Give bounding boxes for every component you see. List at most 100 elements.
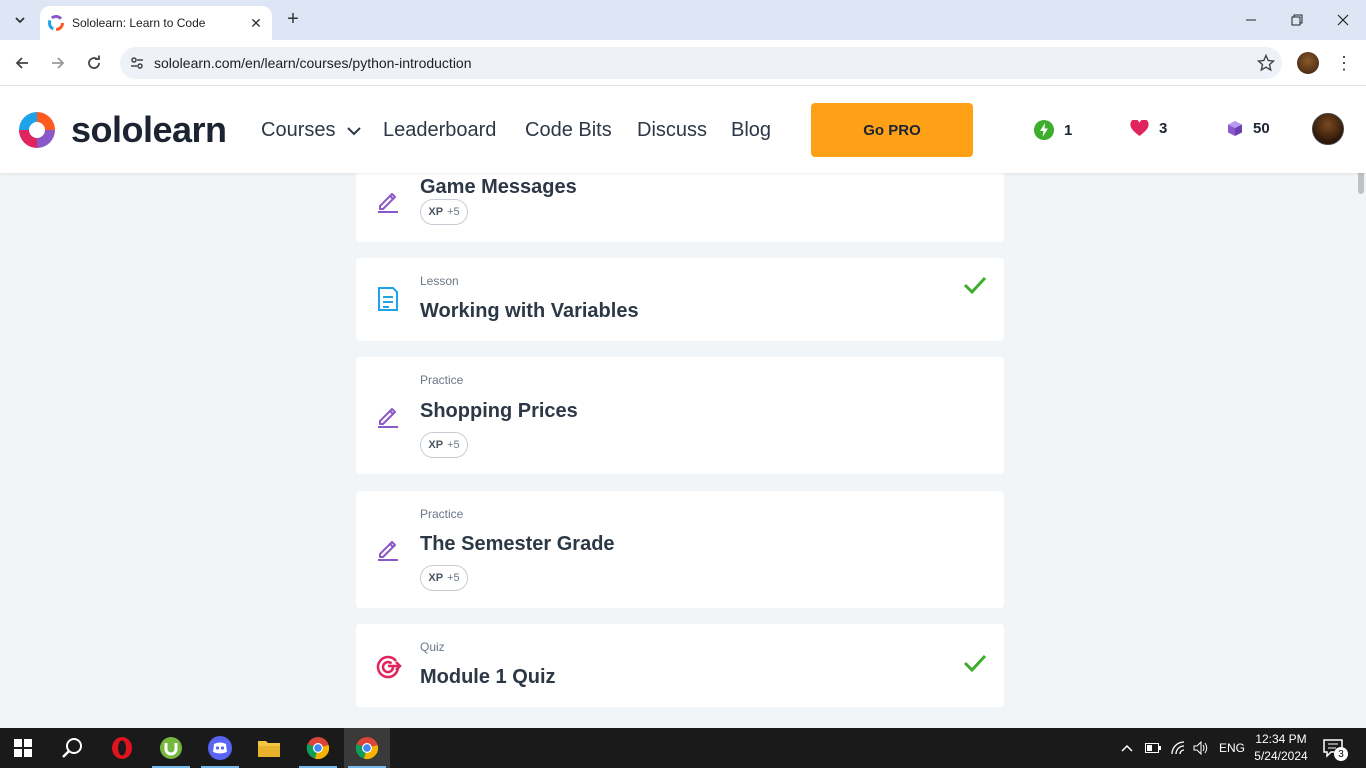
restore-button[interactable] [1274, 0, 1320, 40]
site-header: sololearn Courses Leaderboard Code Bits … [0, 86, 1366, 173]
clock-date: 5/24/2024 [1254, 749, 1308, 763]
arrow-right-icon [52, 57, 65, 69]
chrome-icon [355, 737, 379, 760]
list-item-practice[interactable]: Practice The Semester Grade XP +5 [356, 491, 1004, 608]
list-item-practice[interactable]: Game Messages XP +5 [356, 173, 1004, 242]
taskbar-search-button[interactable] [49, 728, 95, 768]
volume-tray[interactable] [1193, 728, 1209, 768]
taskbar-file-explorer[interactable] [246, 728, 292, 768]
xp-label: XP [428, 439, 444, 451]
folder-icon [258, 741, 280, 757]
list-item-quiz[interactable]: Quiz Module 1 Quiz [356, 624, 1004, 707]
network-tray[interactable] [1170, 728, 1186, 768]
brand-wordmark: sololearn [71, 109, 227, 150]
gem-cube-icon [1228, 121, 1242, 136]
url-text: sololearn.com/en/learn/courses/python-in… [154, 55, 472, 71]
battery-icon [1145, 743, 1161, 753]
lightning-icon [1034, 120, 1054, 140]
taskbar-chrome[interactable] [295, 728, 341, 768]
lesson-title: The Semester Grade [420, 533, 615, 555]
minimize-button[interactable] [1228, 0, 1274, 40]
nav-leaderboard[interactable]: Leaderboard [383, 119, 496, 142]
lesson-title: Game Messages [420, 176, 577, 198]
nav-courses[interactable]: Courses [261, 119, 362, 142]
notification-count-badge: 3 [1334, 747, 1348, 761]
bookmark-star-icon[interactable] [1250, 54, 1282, 72]
course-module-list: Game Messages XP +5 Lesson Working with V… [0, 173, 1366, 728]
taskbar-utorrent[interactable] [148, 728, 194, 768]
browser-profile-avatar[interactable] [1297, 52, 1319, 74]
hearts-count: 3 [1159, 120, 1168, 137]
speaker-icon [1193, 741, 1208, 755]
tab-title: Sololearn: Learn to Code [72, 16, 206, 30]
start-button[interactable] [0, 728, 46, 768]
discord-icon [208, 736, 232, 760]
sololearn-logo-icon [19, 112, 55, 148]
user-avatar[interactable] [1312, 113, 1344, 145]
close-window-button[interactable] [1320, 0, 1366, 40]
show-hidden-icons[interactable] [1120, 728, 1134, 768]
site-settings-icon[interactable] [120, 55, 154, 71]
chevron-down-icon [15, 17, 25, 24]
lesson-title: Shopping Prices [420, 400, 578, 422]
address-bar[interactable]: sololearn.com/en/learn/courses/python-in… [120, 47, 1282, 79]
clock-time: 12:34 PM [1255, 732, 1307, 746]
new-tab-button[interactable]: + [282, 8, 304, 30]
search-icon [62, 738, 82, 758]
gems-counter[interactable]: 50 [1227, 120, 1270, 137]
tab-close-icon[interactable]: ✕ [248, 15, 264, 32]
nav-blog[interactable]: Blog [731, 119, 771, 142]
xp-value: +5 [447, 206, 460, 218]
browser-toolbar: sololearn.com/en/learn/courses/python-in… [0, 40, 1366, 86]
streak-counter[interactable]: 1 [1034, 120, 1072, 140]
arrow-left-icon [15, 57, 28, 69]
sololearn-logo[interactable]: sololearn [15, 108, 227, 152]
browser-tab-bar: Sololearn: Learn to Code ✕ + [0, 0, 1366, 40]
windows-logo-icon [14, 739, 32, 757]
system-clock[interactable]: 12:34 PM 5/24/2024 [1252, 731, 1310, 765]
tab-search-button[interactable] [6, 6, 34, 34]
lesson-type-label: Practice [420, 373, 464, 387]
pencil-icon [378, 193, 398, 213]
close-icon [1337, 14, 1349, 26]
forward-button[interactable] [45, 50, 71, 76]
taskbar-chrome-active[interactable] [344, 728, 390, 768]
sololearn-favicon-icon [48, 15, 64, 31]
chevron-down-icon [347, 126, 362, 135]
streak-count: 1 [1064, 121, 1073, 139]
go-pro-button[interactable]: Go PRO [811, 103, 973, 157]
back-button[interactable] [9, 50, 35, 76]
nav-code-bits[interactable]: Code Bits [525, 119, 612, 142]
restore-icon [1291, 14, 1303, 26]
nav-courses-label: Courses [261, 119, 336, 141]
wifi-icon [1171, 741, 1185, 755]
document-icon [378, 287, 398, 311]
checkmark-icon [963, 654, 987, 673]
lesson-title: Module 1 Quiz [420, 666, 556, 688]
xp-label: XP [428, 572, 444, 584]
browser-menu-icon[interactable]: ⋮ [1334, 51, 1354, 75]
list-item-practice[interactable]: Practice Shopping Prices XP +5 [356, 357, 1004, 474]
chevron-up-icon [1121, 744, 1133, 752]
pencil-icon [378, 541, 398, 561]
lesson-type-label: Practice [420, 507, 464, 521]
minimize-icon [1246, 19, 1256, 21]
pencil-icon [378, 408, 398, 428]
lesson-title: Working with Variables [420, 300, 639, 322]
reload-button[interactable] [81, 50, 107, 76]
taskbar-discord[interactable] [197, 728, 243, 768]
battery-tray[interactable] [1145, 728, 1161, 768]
nav-discuss[interactable]: Discuss [637, 119, 707, 142]
gems-count: 50 [1253, 120, 1270, 137]
taskbar-opera[interactable] [99, 728, 145, 768]
hearts-counter[interactable]: 3 [1130, 120, 1167, 137]
utorrent-icon [160, 737, 182, 759]
lesson-type-label: Lesson [420, 274, 459, 288]
xp-value: +5 [447, 439, 460, 451]
xp-badge: XP +5 [420, 199, 468, 225]
language-indicator[interactable]: ENG [1219, 728, 1245, 768]
browser-tab-active[interactable]: Sololearn: Learn to Code ✕ [40, 6, 272, 40]
windows-taskbar: ENG 12:34 PM 5/24/2024 3 [0, 728, 1366, 768]
xp-label: XP [428, 206, 444, 218]
list-item-lesson[interactable]: Lesson Working with Variables [356, 258, 1004, 341]
